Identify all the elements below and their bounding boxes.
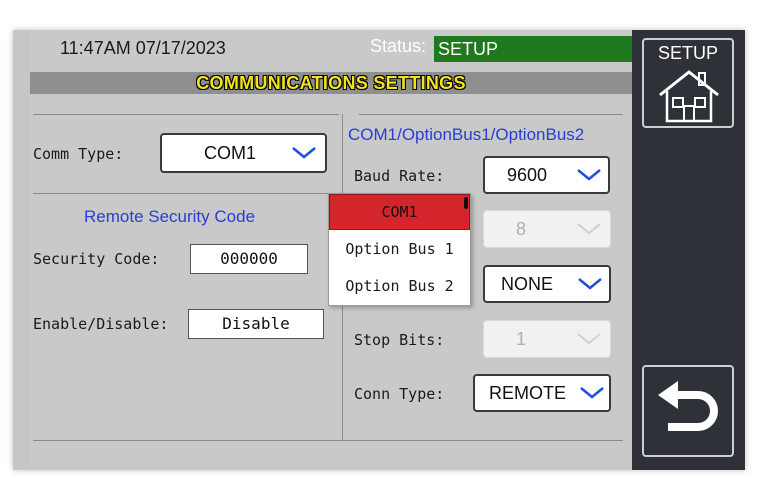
conn-type-label: Conn Type: xyxy=(354,385,445,403)
page-title-bar: COMMUNICATIONS SETTINGS xyxy=(30,72,632,94)
data-bits-value: 8 xyxy=(516,218,527,239)
setup-home-button[interactable]: SETUP xyxy=(642,38,734,128)
parity-dropdown[interactable]: NONE xyxy=(483,265,611,303)
conn-type-dropdown[interactable]: REMOTE xyxy=(473,374,611,412)
comm-type-value: COM1 xyxy=(204,142,257,163)
enable-disable-field[interactable]: Disable xyxy=(188,309,324,339)
back-arrow-icon xyxy=(658,381,718,431)
security-code-heading: Remote Security Code xyxy=(84,207,256,226)
hmi-screen: 11:47AM 07/17/2023 Status: SETUP COMMUNI… xyxy=(13,30,745,470)
page-title: COMMUNICATIONS SETTINGS xyxy=(196,73,466,93)
enable-disable-label: Enable/Disable: xyxy=(33,315,169,333)
divider xyxy=(33,193,339,194)
status-badge: SETUP xyxy=(434,36,641,62)
conn-type-value: REMOTE xyxy=(489,382,567,403)
popup-option-com1[interactable]: COM1 xyxy=(329,194,470,230)
baud-rate-dropdown[interactable]: 9600 xyxy=(483,156,610,194)
datetime: 11:47AM 07/17/2023 xyxy=(60,38,226,58)
chevron-down-icon xyxy=(578,278,602,290)
data-bits-dropdown[interactable]: 8 xyxy=(483,210,611,248)
setup-button-label: SETUP xyxy=(657,43,718,63)
chevron-down-icon xyxy=(577,169,601,181)
sidebar: SETUP xyxy=(632,30,745,470)
popup-scrollbar[interactable] xyxy=(464,197,468,209)
chevron-down-icon xyxy=(580,387,604,399)
stop-bits-label: Stop Bits: xyxy=(354,331,445,349)
comm-type-popup: COM1 Option Bus 1 Option Bus 2 xyxy=(328,193,471,306)
popup-option-bus1[interactable]: Option Bus 1 xyxy=(329,231,470,267)
popup-option-bus2[interactable]: Option Bus 2 xyxy=(329,268,470,304)
main-panel: 11:47AM 07/17/2023 Status: SETUP COMMUNI… xyxy=(30,30,641,464)
comm-type-dropdown[interactable]: COM1 xyxy=(160,133,327,173)
status-label: Status: xyxy=(370,36,427,56)
back-button[interactable] xyxy=(642,365,734,457)
security-code-field[interactable]: 000000 xyxy=(190,244,308,274)
security-code-label: Security Code: xyxy=(33,250,160,268)
com-port-heading: COM1/OptionBus1/OptionBus2 xyxy=(348,125,585,144)
baud-rate-label: Baud Rate: xyxy=(354,167,445,185)
baud-rate-value: 9600 xyxy=(507,164,548,185)
chevron-down-icon xyxy=(577,333,601,345)
chevron-down-icon xyxy=(577,223,601,235)
divider xyxy=(359,114,623,115)
house-icon xyxy=(659,70,719,123)
comm-type-label: Comm Type: xyxy=(33,145,124,163)
stop-bits-dropdown[interactable]: 1 xyxy=(483,320,611,358)
parity-value: NONE xyxy=(501,273,554,294)
divider xyxy=(33,440,623,441)
stop-bits-value: 1 xyxy=(516,328,527,349)
divider xyxy=(33,114,339,115)
chevron-down-icon xyxy=(292,147,316,159)
